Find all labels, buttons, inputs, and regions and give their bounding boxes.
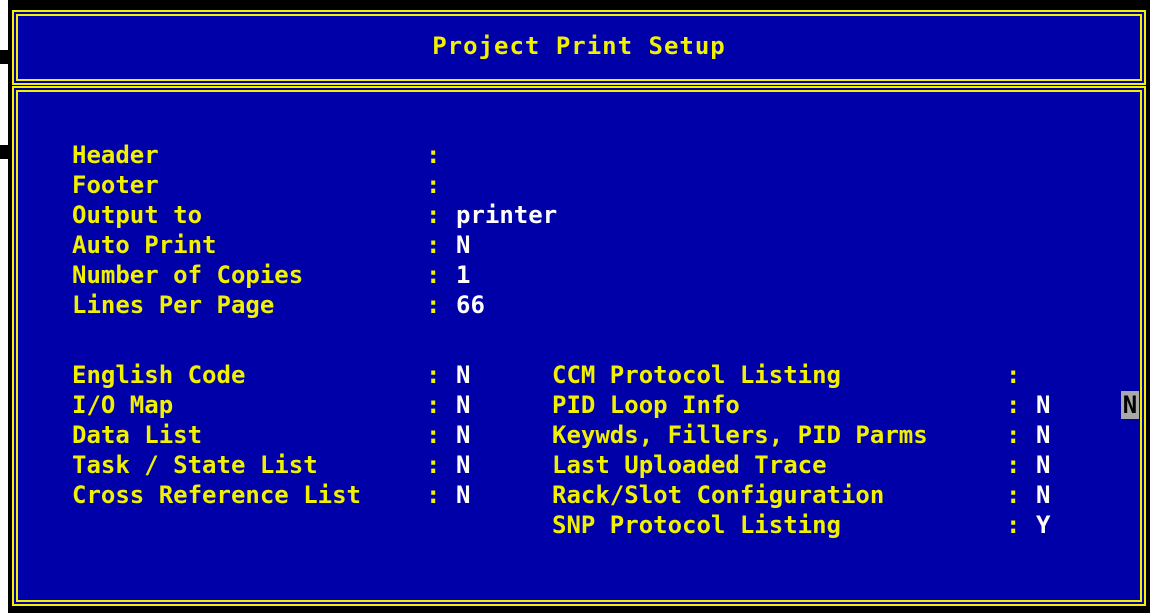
rack-slot-configuration-colon: : (1006, 481, 1021, 509)
output-to-input[interactable]: printer (456, 200, 557, 230)
header-label: Header (72, 141, 159, 169)
data-list-colon: : (426, 421, 441, 449)
snp-protocol-listing-label: SNP Protocol Listing (552, 511, 841, 539)
snp-protocol-listing-input[interactable]: Y (1036, 510, 1050, 540)
task-state-list-label: Task / State List (72, 451, 318, 479)
header-input[interactable] (456, 140, 716, 170)
english-code-colon: : (426, 361, 441, 389)
io-map-colon: : (426, 391, 441, 419)
cross-reference-list-label: Cross Reference List (72, 481, 361, 509)
keywds-fillers-pid-parms-input[interactable]: N (1036, 420, 1050, 450)
footer-input[interactable] (456, 170, 716, 200)
output-to-colon: : (426, 201, 441, 229)
task-state-list-input[interactable]: N (456, 450, 470, 480)
io-map-input[interactable]: N (456, 390, 470, 420)
last-uploaded-trace-colon: : (1006, 451, 1021, 479)
lines-per-page-input[interactable]: 66 (456, 290, 485, 320)
cross-reference-list-input[interactable]: N (456, 480, 470, 510)
edge-marker-bottom (0, 145, 8, 159)
last-uploaded-trace-label: Last Uploaded Trace (552, 451, 827, 479)
lines-per-page-label: Lines Per Page (72, 291, 275, 319)
data-list-label: Data List (72, 421, 203, 449)
io-map-label: I/O Map (72, 391, 174, 419)
number-of-copies-input[interactable]: 1 (456, 260, 470, 290)
task-state-list-colon: : (426, 451, 441, 479)
output-to-label: Output to (72, 201, 203, 229)
last-uploaded-trace-input[interactable]: N (1036, 450, 1050, 480)
number-of-copies-colon: : (426, 261, 441, 289)
pid-loop-info-label: PID Loop Info (552, 391, 740, 419)
print-setup-panel: Header : Footer : Output to : printer Au… (12, 86, 1146, 606)
keywds-fillers-pid-parms-colon: : (1006, 421, 1021, 449)
pid-loop-info-colon: : (1006, 391, 1021, 419)
cross-reference-list-colon: : (426, 481, 441, 509)
auto-print-input[interactable]: N (456, 230, 470, 260)
english-code-label: English Code (72, 361, 246, 389)
edge-marker-top (0, 50, 8, 64)
ccm-protocol-listing-label: CCM Protocol Listing (552, 361, 841, 389)
text-cursor: N (1120, 391, 1140, 419)
dos-screen: Project Print Setup Header : Footer : Ou… (8, 0, 1150, 613)
footer-colon: : (426, 171, 441, 199)
lines-per-page-colon: : (426, 291, 441, 319)
pid-loop-info-input[interactable]: N (1036, 390, 1050, 420)
number-of-copies-label: Number of Copies (72, 261, 304, 289)
window-title: Project Print Setup (432, 32, 726, 60)
footer-label: Footer (72, 171, 159, 199)
auto-print-label: Auto Print (72, 231, 217, 259)
rack-slot-configuration-input[interactable]: N (1036, 480, 1050, 510)
rack-slot-configuration-label: Rack/Slot Configuration (552, 481, 885, 509)
data-list-input[interactable]: N (456, 420, 470, 450)
ccm-protocol-listing-colon: : (1006, 361, 1021, 389)
keywds-fillers-pid-parms-label: Keywds, Fillers, PID Parms (552, 421, 928, 449)
snp-protocol-listing-colon: : (1006, 511, 1021, 539)
english-code-input[interactable]: N (456, 360, 470, 390)
title-bar: Project Print Setup (12, 10, 1146, 85)
auto-print-colon: : (426, 231, 441, 259)
header-colon: : (426, 141, 441, 169)
